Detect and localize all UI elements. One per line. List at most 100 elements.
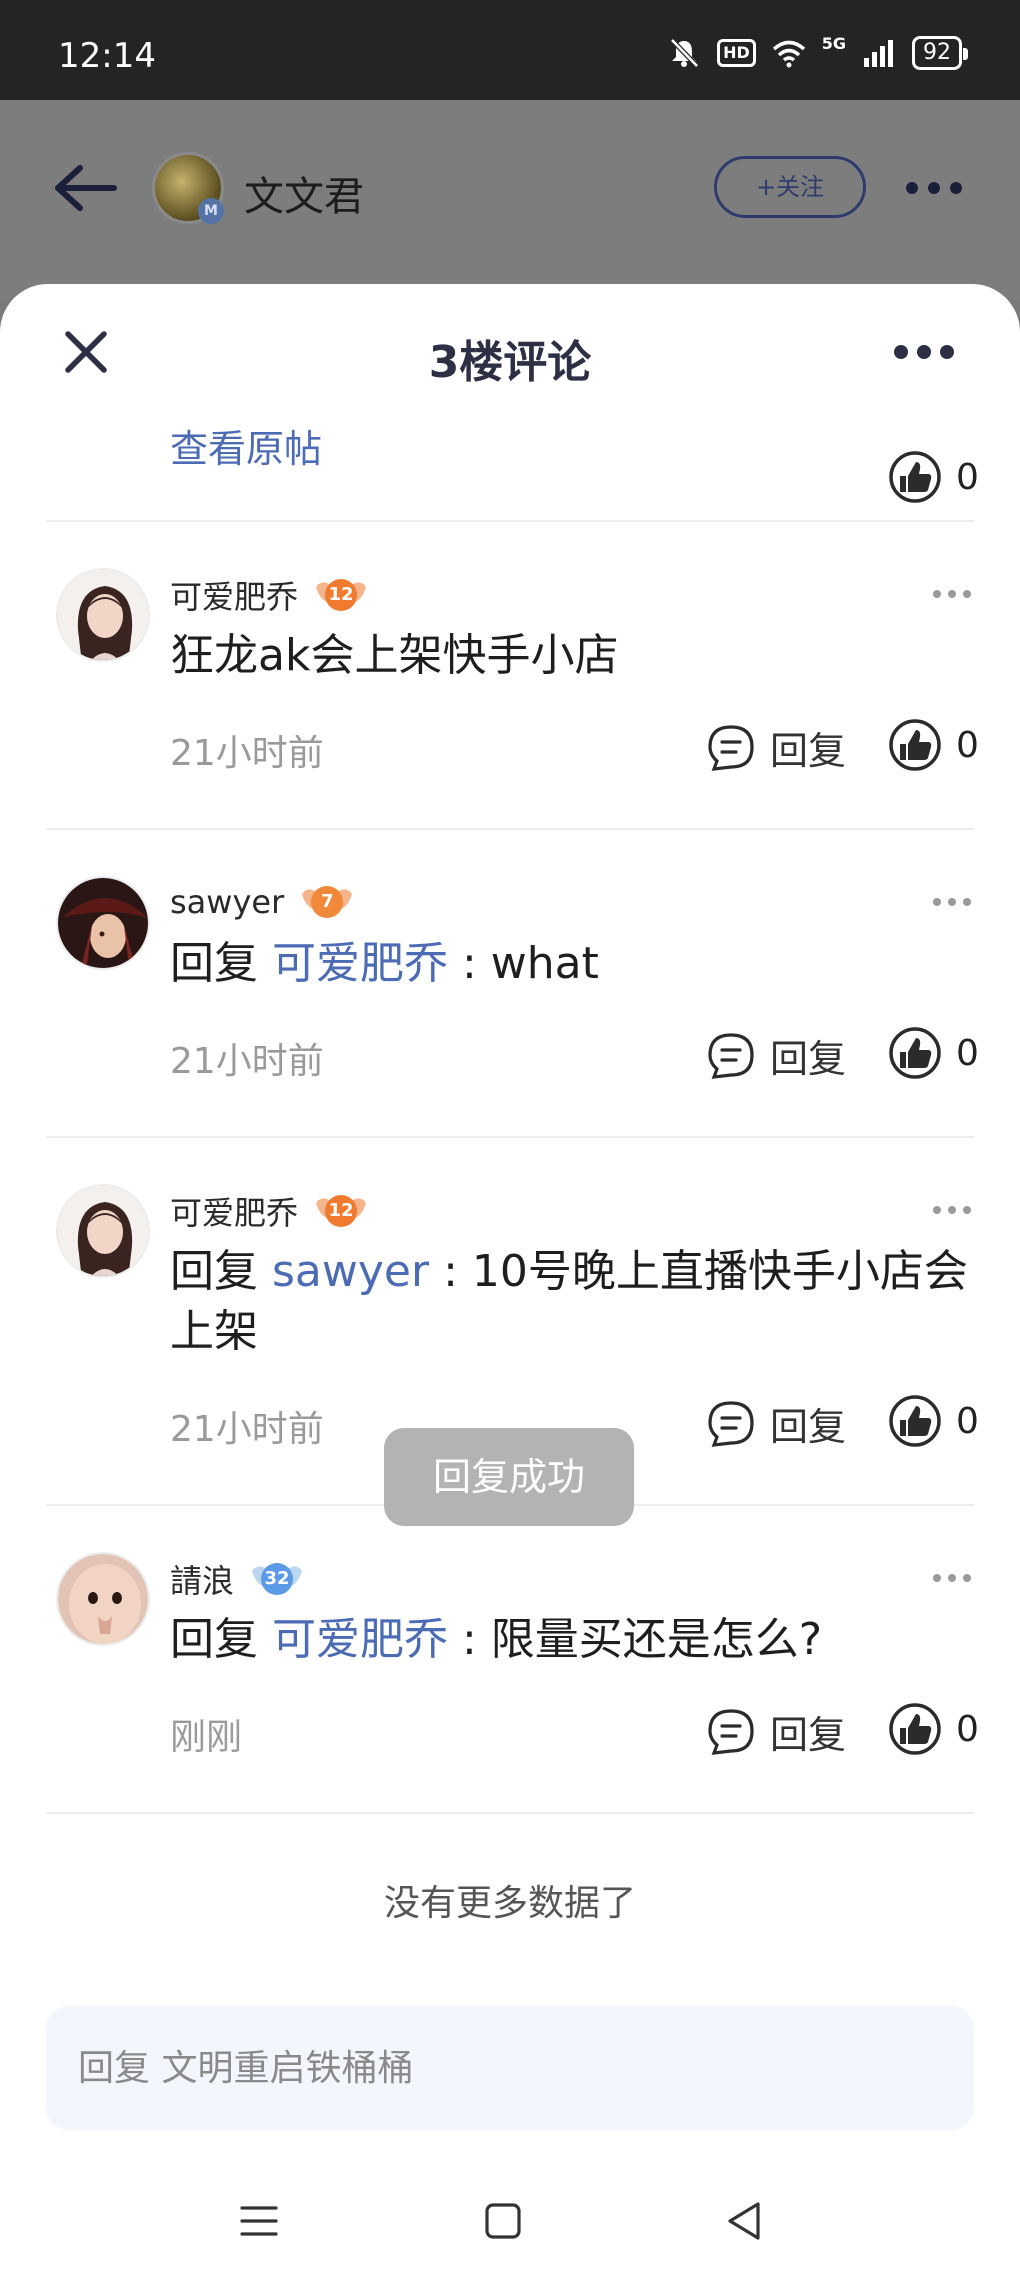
- status-time: 12:14: [58, 36, 156, 76]
- battery-icon: 92: [912, 36, 968, 70]
- comment-header: 請浪 32: [170, 1556, 306, 1602]
- thumbs-up-icon: [889, 451, 941, 503]
- divider: [46, 520, 974, 522]
- thumbs-up-icon: [889, 1395, 941, 1447]
- comment-body: 狂龙ak会上架快手小店: [170, 630, 619, 681]
- home-nav-icon[interactable]: [478, 2196, 528, 2246]
- mention-link[interactable]: 可爱肥乔: [272, 1614, 448, 1665]
- system-nav-bar: [0, 2160, 1020, 2278]
- comment-bubble-icon: [708, 1400, 754, 1447]
- like-count: 0: [956, 1400, 979, 1442]
- like-button[interactable]: 0: [888, 718, 979, 772]
- comment-text[interactable]: 回复 可爱肥乔 : what: [170, 934, 970, 994]
- comment-bubble-icon: [708, 1708, 754, 1755]
- more-options-icon[interactable]: [904, 180, 964, 196]
- comment-more-icon[interactable]: [932, 896, 972, 908]
- toast-message: 回复成功: [384, 1428, 634, 1526]
- comment-text[interactable]: 回复 可爱肥乔 : 限量买还是怎么?: [170, 1610, 970, 1670]
- view-original-link[interactable]: 查看原帖: [170, 418, 322, 473]
- post-header: M 文文君 +关注: [0, 100, 1020, 300]
- original-like-button[interactable]: 0: [888, 450, 979, 504]
- comment-time: 21小时前: [170, 1409, 324, 1450]
- mention-link[interactable]: sawyer: [272, 1246, 429, 1297]
- reply-input[interactable]: [78, 2006, 938, 2130]
- comment-body: : 限量买还是怎么?: [448, 1614, 823, 1665]
- divider: [46, 828, 974, 830]
- username[interactable]: 請浪: [170, 1556, 234, 1602]
- level-badge: 32: [248, 1557, 306, 1601]
- end-of-list-text: 没有更多数据了: [383, 1883, 636, 1924]
- reply-button[interactable]: 回复: [706, 1028, 846, 1083]
- mute-bell-icon: [670, 38, 699, 68]
- username[interactable]: 可爱肥乔: [170, 572, 298, 618]
- menu-nav-icon[interactable]: [234, 2196, 284, 2246]
- comment-header: sawyer 7: [170, 880, 356, 924]
- avatar-girl-image: [58, 1186, 148, 1276]
- avatar[interactable]: [56, 568, 150, 662]
- like-button[interactable]: 0: [888, 1026, 979, 1080]
- like-count: 0: [956, 1708, 979, 1750]
- like-button[interactable]: 0: [888, 1702, 979, 1756]
- author-name[interactable]: 文文君: [244, 164, 364, 222]
- comment-more-icon[interactable]: [932, 1204, 972, 1216]
- comment-header: 可爱肥乔 12: [170, 1188, 370, 1234]
- username[interactable]: sawyer: [170, 883, 284, 921]
- comment-time: 21小时前: [170, 733, 324, 774]
- mention-link[interactable]: 可爱肥乔: [272, 938, 448, 989]
- sheet-title: 3楼评论: [428, 337, 592, 388]
- thumbs-up-icon: [889, 1703, 941, 1755]
- wifi-icon: [772, 40, 805, 68]
- like-count: 0: [956, 1032, 979, 1074]
- comment-bubble-icon: [708, 1032, 754, 1079]
- reply-prefix: 回复: [170, 1246, 272, 1297]
- reply-label: 回复: [770, 1405, 847, 1449]
- reply-label: 回复: [770, 1713, 847, 1757]
- like-count: 0: [956, 724, 979, 766]
- level-number: 32: [264, 1568, 290, 1589]
- comment-time: 21小时前: [170, 1041, 324, 1082]
- level-number: 12: [328, 584, 354, 605]
- status-bar: 12:14 HD 5G 92: [0, 0, 1020, 100]
- avatar-baby-image: [58, 1554, 148, 1644]
- comment-more-icon[interactable]: [932, 588, 972, 600]
- comment-text[interactable]: 回复 sawyer : 10号晚上直播快手小店会上架: [170, 1242, 970, 1362]
- level-number: 12: [328, 1200, 354, 1221]
- comment-header: 可爱肥乔 12: [170, 572, 370, 618]
- comment-more-icon[interactable]: [932, 1572, 972, 1584]
- username[interactable]: 可爱肥乔: [170, 1188, 298, 1234]
- back-arrow-icon[interactable]: [50, 160, 120, 216]
- back-nav-icon[interactable]: [720, 2196, 770, 2246]
- reply-label: 回复: [770, 729, 847, 773]
- status-icons: HD 5G 92: [667, 33, 968, 70]
- like-count: 0: [956, 456, 979, 498]
- reply-button[interactable]: 回复: [706, 1396, 846, 1451]
- follow-button[interactable]: +关注: [714, 156, 866, 218]
- level-badge: 12: [312, 1189, 370, 1233]
- reply-button[interactable]: 回复: [706, 720, 846, 775]
- avatar-hat-image: [58, 878, 148, 968]
- like-button[interactable]: 0: [888, 1394, 979, 1448]
- avatar[interactable]: [56, 1184, 150, 1278]
- level-badge: 12: [312, 573, 370, 617]
- avatar[interactable]: [56, 876, 150, 970]
- reply-prefix: 回复: [170, 938, 272, 989]
- sheet-more-icon[interactable]: [892, 342, 956, 362]
- comment-body: : what: [448, 938, 599, 989]
- avatar[interactable]: [56, 1552, 150, 1646]
- network-type: 5G: [821, 33, 846, 53]
- comment-text[interactable]: 狂龙ak会上架快手小店: [170, 626, 970, 686]
- divider: [46, 1136, 974, 1138]
- thumbs-up-icon: [889, 1027, 941, 1079]
- reply-button[interactable]: 回复: [706, 1704, 846, 1759]
- signal-icon: [864, 40, 893, 67]
- level-badge: 7: [298, 880, 356, 924]
- comment-sheet: 3楼评论 查看原帖 0 可爱肥乔 12 狂龙ak会上架快手小店 21小时前 回复…: [0, 284, 1020, 2278]
- reply-prefix: 回复: [170, 1614, 272, 1665]
- comment-bubble-icon: [708, 724, 754, 771]
- divider: [46, 1812, 974, 1814]
- reply-input-container[interactable]: [46, 2006, 974, 2130]
- comment-time: 刚刚: [170, 1717, 243, 1758]
- level-number: 7: [320, 891, 334, 912]
- hd-icon: HD: [717, 39, 756, 67]
- author-badge: M: [198, 198, 224, 224]
